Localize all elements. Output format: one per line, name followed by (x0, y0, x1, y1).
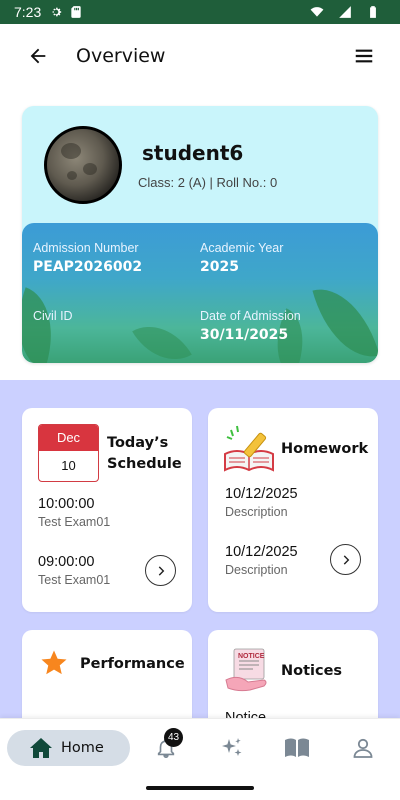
chevron-right-icon (158, 565, 164, 576)
battery-icon (370, 6, 376, 18)
signal-icon (339, 6, 351, 18)
wifi-icon (310, 7, 324, 17)
homework-item-date: 10/12/2025 (225, 486, 298, 502)
status-time: 7:23 (14, 4, 42, 20)
nav-profile[interactable] (350, 735, 376, 761)
status-bar: 7:23 (0, 0, 400, 24)
gesture-handle[interactable] (146, 786, 254, 790)
civil-id-label: Civil ID (33, 309, 73, 323)
date-of-admission-value: 30/11/2025 (200, 327, 289, 343)
menu-button[interactable] (346, 38, 382, 74)
notices-title: Notices (281, 663, 343, 679)
notification-count-badge: 43 (164, 728, 183, 747)
app-bar: Overview (0, 24, 400, 88)
class-roll-info: Class: 2 (A) | Roll No.: 0 (138, 175, 278, 190)
homework-item-description: Description (225, 505, 288, 519)
date-of-admission-label: Date of Admission (200, 309, 301, 323)
back-button[interactable] (18, 36, 58, 76)
notices-card[interactable]: NOTICE Notices Notice (208, 630, 378, 730)
homework-item-description: Description (225, 563, 288, 577)
todays-schedule-card[interactable]: Dec 10 Today’s Schedule 10:00:00 Test Ex… (22, 408, 192, 612)
home-icon (30, 738, 52, 758)
calendar-month: Dec (39, 425, 98, 451)
nav-home[interactable]: Home (7, 730, 130, 766)
nav-ai[interactable] (219, 735, 245, 761)
dashboard-cards-area: Dec 10 Today’s Schedule 10:00:00 Test Ex… (0, 380, 400, 730)
admission-number-label: Admission Number (33, 241, 139, 255)
performance-title: Performance (80, 656, 185, 672)
gesture-navigation-bar (0, 776, 400, 800)
chevron-right-icon (343, 554, 349, 565)
performance-card[interactable]: Performance (22, 630, 192, 730)
homework-next-button[interactable] (330, 544, 361, 575)
student-name: student6 (142, 141, 244, 165)
gear-icon (52, 7, 62, 17)
homework-item-date: 10/12/2025 (225, 544, 298, 560)
nav-home-label: Home (61, 740, 104, 756)
schedule-item-name: Test Exam01 (38, 573, 111, 587)
sd-card-icon (71, 6, 81, 18)
back-arrow-icon (30, 48, 46, 64)
schedule-next-button[interactable] (145, 555, 176, 586)
admission-number-value: PEAP2026002 (33, 259, 143, 275)
calendar-day: 10 (61, 458, 76, 473)
academic-year-label: Academic Year (200, 241, 284, 255)
academic-year-value: 2025 (200, 259, 239, 275)
nav-library[interactable] (284, 735, 310, 761)
homework-card[interactable]: Homework 10/12/2025 Description 10/12/20… (208, 408, 378, 612)
schedule-item-name: Test Exam01 (38, 515, 111, 529)
avatar (44, 126, 122, 204)
schedule-title-line2: Schedule (107, 456, 182, 472)
profile-icon (353, 738, 373, 758)
star-icon (41, 650, 67, 675)
schedule-item-time: 09:00:00 (38, 554, 95, 570)
sparkle-icon (222, 738, 242, 756)
hamburger-menu-icon (355, 49, 373, 63)
profile-card[interactable]: student6 Class: 2 (A) | Roll No.: 0 Admi… (22, 106, 378, 363)
calendar-icon: Dec 10 (38, 424, 99, 482)
book-icon (285, 738, 309, 757)
notice-image-text: NOTICE (238, 653, 265, 660)
schedule-title-line1: Today’s (107, 435, 169, 451)
admission-info-panel: Admission Number PEAP2026002 Academic Ye… (22, 223, 378, 363)
bottom-navigation: Home 43 (0, 718, 400, 776)
homework-book-icon (224, 425, 274, 472)
page-title: Overview (76, 45, 166, 67)
homework-title: Homework (281, 441, 369, 457)
schedule-item-time: 10:00:00 (38, 496, 95, 512)
